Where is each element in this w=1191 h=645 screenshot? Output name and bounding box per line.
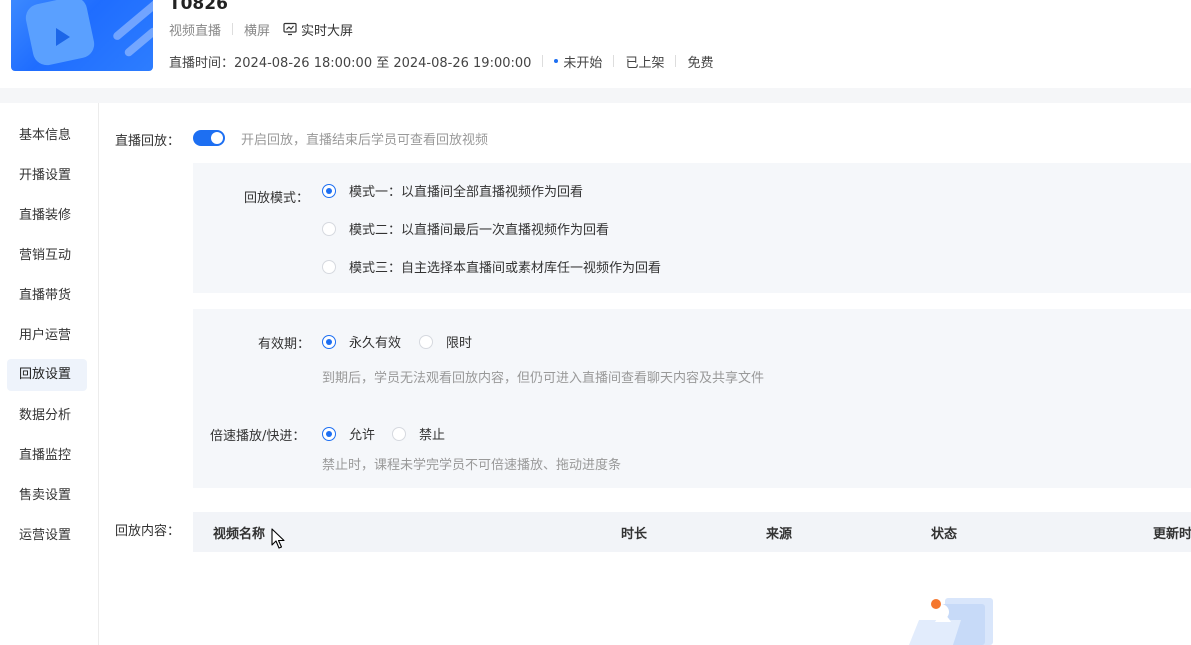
bigscreen-label: 实时大屏 xyxy=(301,23,354,39)
orientation: 横屏 xyxy=(244,23,271,39)
validity-label: 有效期： xyxy=(258,337,311,352)
validity-option-label: 永久有效 xyxy=(349,336,402,351)
sidebar-item-marketing[interactable]: 营销互动 xyxy=(7,240,87,272)
course-meta: 视频直播 横屏 实时大屏 xyxy=(169,20,353,39)
shelf-status: 已上架 xyxy=(625,55,665,71)
speed-label: 倍速播放/快进： xyxy=(210,429,306,444)
speed-option-allow[interactable]: 允许 xyxy=(322,424,375,443)
replay-toggle[interactable] xyxy=(193,130,225,146)
course-header: T0826 视频直播 横屏 实时大屏 直播时间： 2024-08-26 18:0… xyxy=(0,0,1191,88)
mode-option-1[interactable]: 模式一：以直播间全部直播视频作为回看 xyxy=(322,181,583,200)
column-source[interactable]: 来源 xyxy=(766,523,792,542)
empty-state-illustration xyxy=(909,598,993,645)
sidebar-item-decoration[interactable]: 直播装修 xyxy=(7,200,87,232)
sidebar-item-replay-settings[interactable]: 回放设置 xyxy=(7,359,87,391)
mode-option-label: 模式二：以直播间最后一次直播视频作为回看 xyxy=(349,223,610,238)
validity-hint: 到期后，学员无法观看回放内容，但仍可进入直播间查看聊天内容及共享文件 xyxy=(322,371,765,386)
sidebar-item-basic-info[interactable]: 基本信息 xyxy=(7,120,87,152)
divider xyxy=(542,55,544,67)
radio-unchecked-icon[interactable] xyxy=(322,221,336,236)
radio-unchecked-icon[interactable] xyxy=(392,426,406,441)
divider xyxy=(675,55,677,67)
sidebar-item-live-commerce[interactable]: 直播带货 xyxy=(7,280,87,312)
sidebar-item-monitoring[interactable]: 直播监控 xyxy=(7,440,87,472)
sidebar-item-operations-settings[interactable]: 运营设置 xyxy=(7,520,87,552)
speed-hint: 禁止时，课程未学完学员不可倍速播放、拖动进度条 xyxy=(322,458,622,473)
speed-option-forbid[interactable]: 禁止 xyxy=(392,424,445,443)
mode-option-label: 模式一：以直播间全部直播视频作为回看 xyxy=(349,185,584,200)
replay-mode-panel: 回放模式： 模式一：以直播间全部直播视频作为回看 模式二：以直播间最后一次直播视… xyxy=(193,163,1191,293)
column-video-name[interactable]: 视频名称 xyxy=(213,523,265,542)
live-status: 未开始 xyxy=(563,55,603,71)
divider xyxy=(232,23,234,35)
live-time-value: 2024-08-26 18:00:00 至 2024-08-26 19:00:0… xyxy=(234,55,532,71)
speed-option-label: 禁止 xyxy=(419,428,446,443)
live-time-row: 直播时间： 2024-08-26 18:00:00 至 2024-08-26 1… xyxy=(169,52,714,71)
sidebar-item-broadcast-settings[interactable]: 开播设置 xyxy=(7,160,87,192)
validity-option-limited[interactable]: 限时 xyxy=(419,332,472,351)
radio-unchecked-icon[interactable] xyxy=(322,259,336,274)
replay-hint: 开启回放，直播结束后学员可查看回放视频 xyxy=(241,133,489,148)
divider xyxy=(613,55,615,67)
section-divider xyxy=(0,88,1191,103)
price-label: 免费 xyxy=(687,55,714,71)
validity-option-label: 限时 xyxy=(446,336,473,351)
bigscreen-link[interactable]: 实时大屏 xyxy=(283,20,353,39)
monitor-chart-icon xyxy=(283,22,297,36)
live-type: 视频直播 xyxy=(169,23,222,39)
course-title: T0826 xyxy=(169,0,228,14)
column-duration[interactable]: 时长 xyxy=(621,523,647,542)
mode-option-3[interactable]: 模式三：自主选择本直播间或素材库任一视频作为回看 xyxy=(322,257,661,276)
radio-checked-icon[interactable] xyxy=(322,183,336,198)
column-updated[interactable]: 更新时 xyxy=(1153,523,1191,542)
course-cover-image xyxy=(11,0,153,71)
live-time-label: 直播时间： xyxy=(169,55,235,71)
mode-option-2[interactable]: 模式二：以直播间最后一次直播视频作为回看 xyxy=(322,219,609,238)
sidebar-item-data-analysis[interactable]: 数据分析 xyxy=(7,400,87,432)
replay-options-panel: 有效期： 永久有效 限时 到期后，学员无法观看回放内容，但仍可进入直播间查看聊天… xyxy=(193,309,1191,488)
mouse-cursor-icon xyxy=(271,528,285,549)
speed-option-label: 允许 xyxy=(349,428,376,443)
mode-option-label: 模式三：自主选择本直播间或素材库任一视频作为回看 xyxy=(349,261,662,276)
replay-label: 直播回放： xyxy=(115,134,181,149)
radio-unchecked-icon[interactable] xyxy=(419,334,433,349)
column-status[interactable]: 状态 xyxy=(931,523,957,542)
replay-table-header: 视频名称 时长 来源 状态 更新时 xyxy=(193,512,1191,552)
radio-checked-icon[interactable] xyxy=(322,426,336,441)
validity-option-permanent[interactable]: 永久有效 xyxy=(322,332,401,351)
sidebar-item-sales-settings[interactable]: 售卖设置 xyxy=(7,480,87,512)
replay-content-label: 回放内容： xyxy=(115,524,181,539)
settings-sidebar: 基本信息 开播设置 直播装修 营销互动 直播带货 用户运营 回放设置 数据分析 … xyxy=(0,103,99,645)
sidebar-item-user-ops[interactable]: 用户运营 xyxy=(7,320,87,352)
radio-checked-icon[interactable] xyxy=(322,334,336,349)
toggle-knob xyxy=(211,132,223,144)
status-dot-icon xyxy=(554,59,559,63)
replay-mode-label: 回放模式： xyxy=(244,191,310,206)
